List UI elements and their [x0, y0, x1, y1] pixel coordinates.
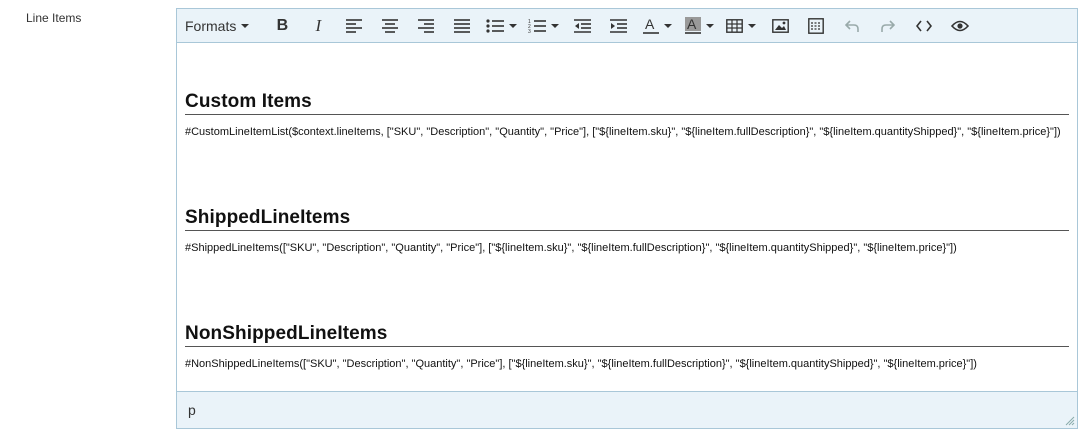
editor-content[interactable]: Custom Items #CustomLineItemList($contex…: [177, 43, 1077, 393]
insert-image-button[interactable]: [765, 13, 795, 39]
redo-button[interactable]: [873, 13, 903, 39]
content-section: Custom Items #CustomLineItemList($contex…: [185, 91, 1069, 139]
resize-handle-icon[interactable]: [1065, 416, 1075, 426]
content-section: ShippedLineItems #ShippedLineItems(["SKU…: [185, 207, 1069, 255]
preview-button[interactable]: [945, 13, 975, 39]
element-path[interactable]: p: [188, 402, 196, 418]
table-icon: [726, 18, 744, 33]
svg-text:A: A: [645, 17, 655, 32]
svg-text:3: 3: [528, 29, 531, 34]
numbered-list-icon: 123: [528, 19, 546, 34]
align-justify-icon: [454, 18, 471, 33]
section-heading: ShippedLineItems: [185, 207, 1069, 231]
numbered-list-button[interactable]: 123: [525, 13, 561, 39]
section-body: #CustomLineItemList($context.lineItems, …: [185, 126, 1061, 138]
rich-text-editor[interactable]: Formats B I 123 A A Custom Items #Custom…: [176, 8, 1078, 429]
undo-button[interactable]: [837, 13, 867, 39]
image-icon: [771, 18, 789, 33]
background-color-button[interactable]: A: [681, 13, 717, 39]
editor-statusbar: p: [177, 391, 1077, 428]
chevron-down-icon: [241, 23, 250, 28]
table-button[interactable]: [723, 13, 759, 39]
formats-dropdown[interactable]: Formats: [181, 13, 253, 39]
chevron-down-icon: [748, 23, 757, 28]
align-right-button[interactable]: [411, 13, 441, 39]
align-right-icon: [418, 18, 435, 33]
background-color-icon: A: [684, 17, 701, 34]
text-color-button[interactable]: A: [639, 13, 675, 39]
section-body: #NonShippedLineItems(["SKU", "Descriptio…: [185, 358, 977, 370]
editor-toolbar: Formats B I 123 A A: [177, 9, 1077, 43]
italic-button[interactable]: I: [303, 13, 333, 39]
field-label: Line Items: [26, 11, 82, 25]
chevron-down-icon: [663, 23, 672, 28]
bold-icon: B: [276, 16, 289, 34]
undo-icon: [845, 19, 860, 32]
italic-icon: I: [315, 15, 322, 35]
text-color-icon: A: [642, 17, 659, 34]
align-left-button[interactable]: [339, 13, 369, 39]
template-icon: [808, 17, 825, 34]
bullet-list-icon: [486, 18, 504, 33]
chevron-down-icon: [550, 23, 559, 28]
content-section: NonShippedLineItems #NonShippedLineItems…: [185, 323, 1069, 371]
outdent-icon: [573, 18, 591, 33]
align-left-icon: [346, 18, 363, 33]
preview-icon: [951, 20, 970, 31]
source-code-icon: [916, 20, 933, 31]
align-center-icon: [382, 18, 399, 33]
align-justify-button[interactable]: [447, 13, 477, 39]
bold-button[interactable]: B: [267, 13, 297, 39]
section-heading: Custom Items: [185, 91, 1069, 115]
align-center-button[interactable]: [375, 13, 405, 39]
indent-button[interactable]: [603, 13, 633, 39]
insert-template-button[interactable]: [801, 13, 831, 39]
source-code-button[interactable]: [909, 13, 939, 39]
redo-icon: [881, 19, 896, 32]
chevron-down-icon: [705, 23, 714, 28]
chevron-down-icon: [508, 23, 517, 28]
indent-icon: [609, 18, 627, 33]
section-heading: NonShippedLineItems: [185, 323, 1069, 347]
section-body: #ShippedLineItems(["SKU", "Description",…: [185, 242, 957, 254]
formats-label: Formats: [185, 17, 237, 34]
outdent-button[interactable]: [567, 13, 597, 39]
svg-text:A: A: [687, 17, 697, 32]
bullet-list-button[interactable]: [483, 13, 519, 39]
